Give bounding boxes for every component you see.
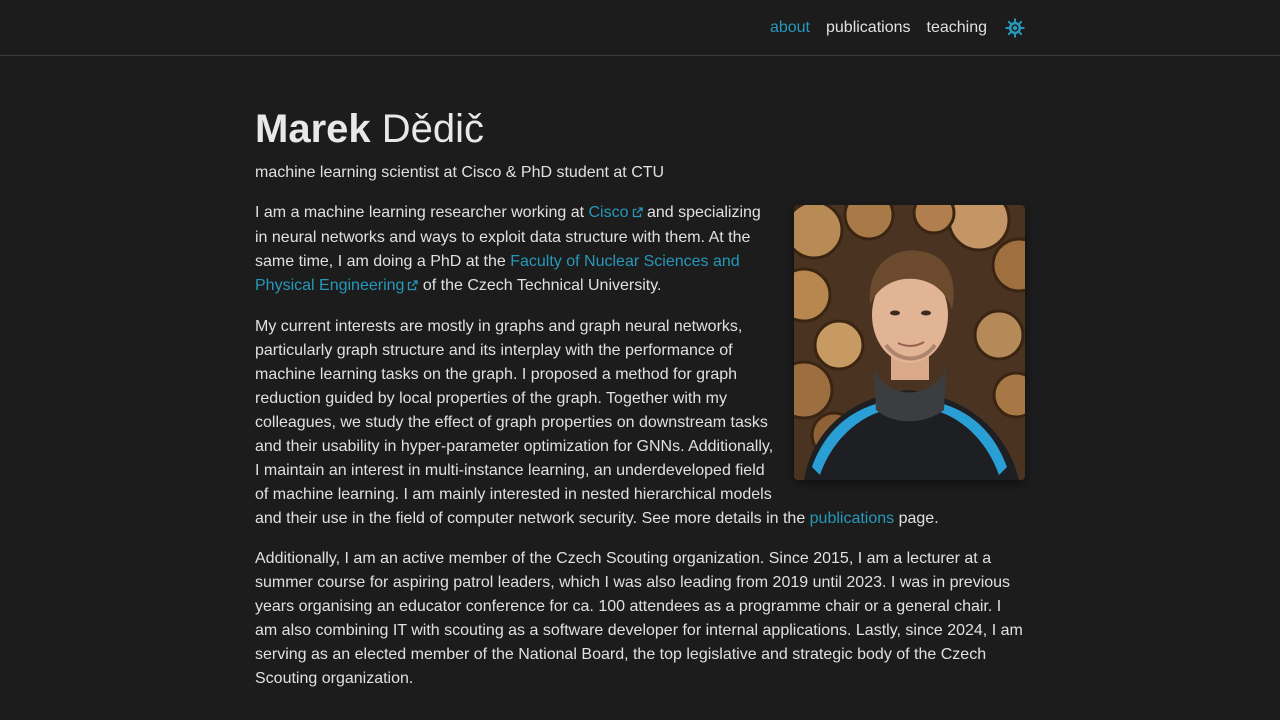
last-name: Dědič [381, 107, 485, 151]
bio-p2-text-a: My current interests are mostly in graph… [255, 318, 810, 527]
nav-item-teaching[interactable]: teaching [927, 19, 988, 37]
bio-paragraph-3: Additionally, I am an active member of t… [255, 550, 1023, 687]
cisco-link[interactable]: Cisco [589, 204, 643, 221]
sun-icon[interactable] [1005, 18, 1025, 38]
nav-links: about publications teaching [770, 0, 1025, 56]
external-link-icon [407, 275, 419, 299]
page-description: machine learning scientist at Cisco & Ph… [255, 164, 665, 181]
navbar: about publications teaching [0, 0, 1280, 56]
first-name: Marek [255, 107, 371, 151]
bio-p1-text-a: I am a machine learning researcher worki… [255, 204, 589, 221]
bio-section: I am a machine learning researcher worki… [255, 201, 1025, 691]
bio-p1-text-c: of the Czech Technical University. [418, 277, 662, 294]
nav-item-publications[interactable]: publications [826, 19, 911, 37]
publications-link[interactable]: publications [810, 510, 895, 527]
main-content: Marek Dědič machine learning scientist a… [255, 57, 1025, 707]
cisco-link-label: Cisco [588, 204, 629, 221]
bio-p2-text-b: page. [894, 510, 939, 527]
nav-item-about[interactable]: about [770, 19, 810, 37]
external-link-icon [632, 202, 643, 226]
page-title: Marek Dědič [255, 105, 1025, 153]
profile-photo [794, 205, 1025, 480]
